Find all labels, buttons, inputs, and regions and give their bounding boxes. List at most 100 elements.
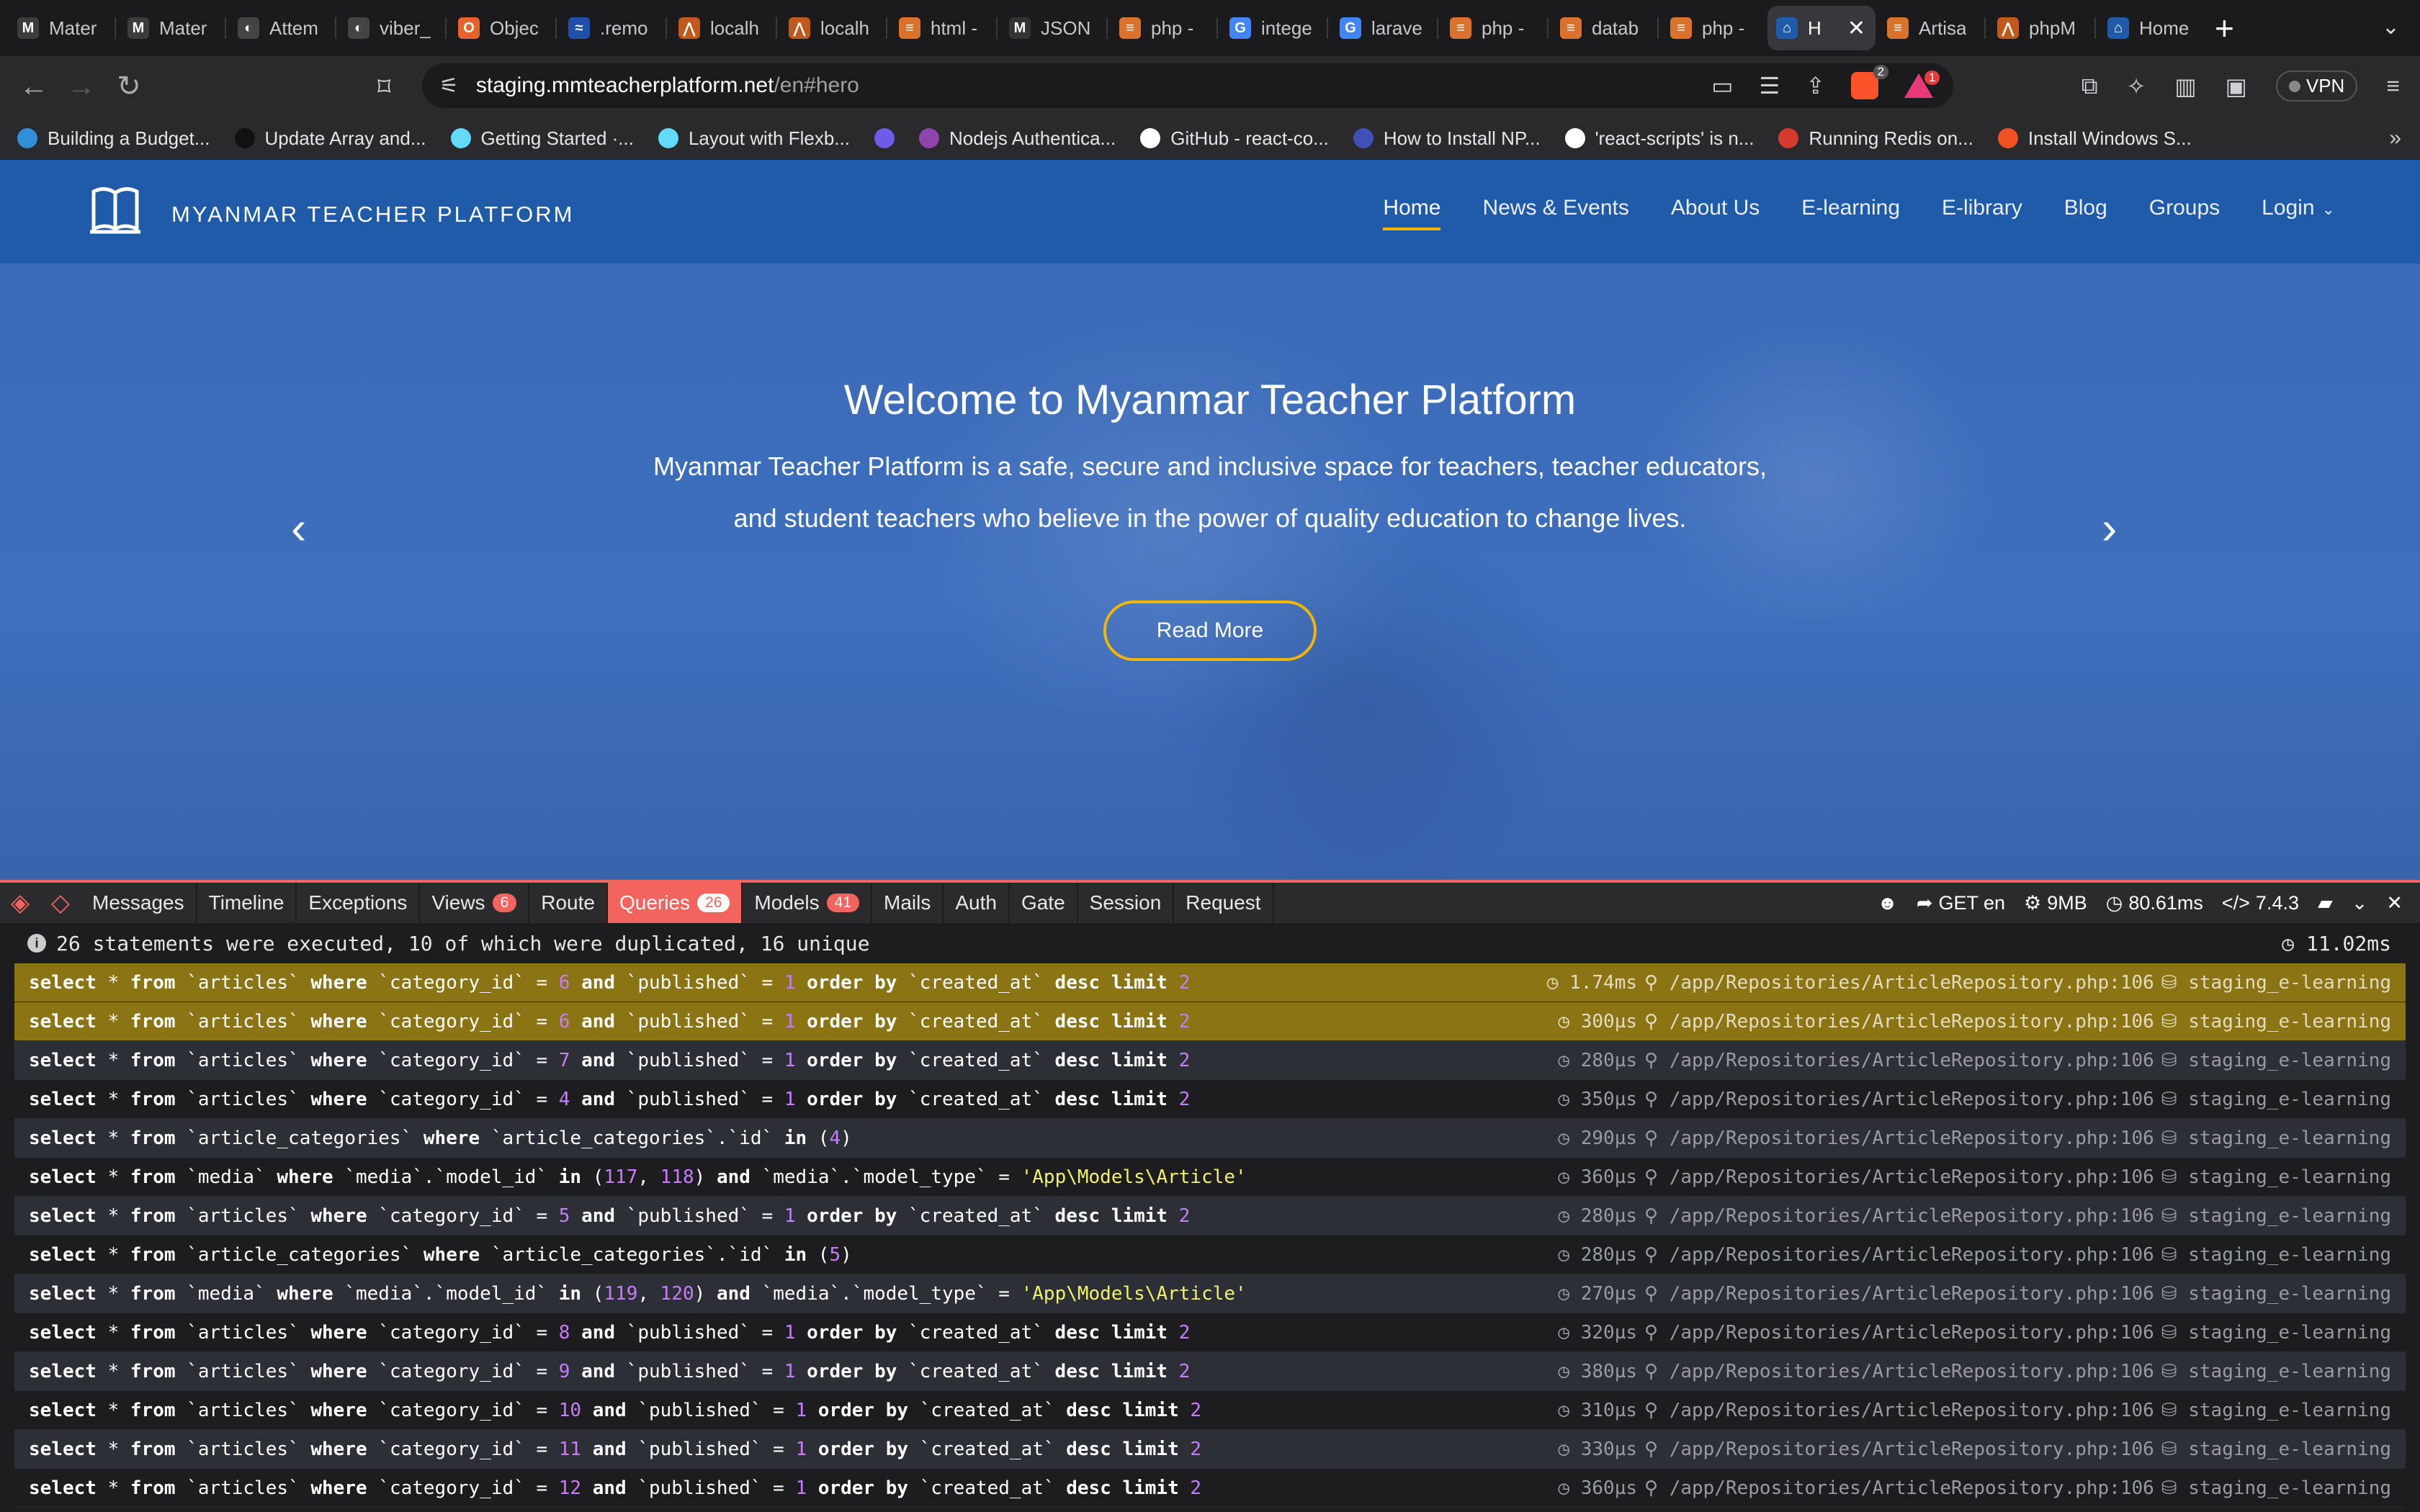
query-file[interactable]: ⚲ /app/Repositories/ArticleRepository.ph…	[1644, 1439, 2154, 1460]
query-row[interactable]: select * from `articles` where `category…	[14, 1430, 2406, 1469]
brave-rewards-icon[interactable]: 1	[1904, 71, 1940, 98]
nav-link-login[interactable]: Login ⌄	[2262, 196, 2335, 220]
close-debugbar-icon[interactable]: ✕	[2386, 892, 2403, 914]
bookmark-item[interactable]: Nodejs Authentica...	[918, 127, 1116, 150]
browser-tab[interactable]: ≡ php -	[1111, 6, 1214, 50]
query-file[interactable]: ⚲ /app/Repositories/ArticleRepository.ph…	[1644, 1477, 2154, 1499]
carousel-prev-icon[interactable]: ‹	[291, 501, 306, 554]
bookmark-item[interactable]: Update Array and...	[234, 127, 426, 150]
book-logo-icon[interactable]	[88, 181, 143, 240]
query-file[interactable]: ⚲ /app/Repositories/ArticleRepository.ph…	[1644, 1244, 2154, 1266]
bookmark-item[interactable]: Layout with Flexb...	[658, 127, 850, 150]
debugbar-tab-queries[interactable]: Queries 26	[607, 883, 743, 923]
close-tab-icon[interactable]: ✕	[1847, 16, 1865, 41]
query-file[interactable]: ⚲ /app/Repositories/ArticleRepository.ph…	[1644, 1322, 2154, 1344]
request-indicator[interactable]: ➦ GET en	[1917, 892, 2005, 914]
query-file[interactable]: ⚲ /app/Repositories/ArticleRepository.ph…	[1644, 1166, 2154, 1188]
query-row[interactable]: select * from `article_categories` where…	[14, 1236, 2406, 1274]
browser-tab[interactable]: M Mater	[119, 6, 222, 50]
user-icon[interactable]: ☻	[1877, 892, 1897, 914]
browser-tab[interactable]: Gintege	[1221, 6, 1324, 50]
debugbar-logo-icon[interactable]: ◈	[0, 888, 40, 917]
extensions-icon[interactable]: ⧉	[2081, 73, 2098, 100]
reader-mode-icon[interactable]: ☰	[1760, 72, 1780, 99]
debugbar-tab-mails[interactable]: Mails	[872, 883, 944, 923]
wallet-icon[interactable]: ▣	[2226, 73, 2247, 100]
query-file[interactable]: ⚲ /app/Repositories/ArticleRepository.ph…	[1644, 1128, 2154, 1149]
bookmark-item[interactable]: How to Install NP...	[1353, 127, 1541, 150]
browser-tab[interactable]: ⌂ H ✕	[1767, 6, 1876, 50]
nav-link-blog[interactable]: Blog	[2064, 196, 2107, 220]
query-row[interactable]: select * from `articles` where `category…	[14, 1197, 2406, 1236]
bookmark-icon[interactable]: ⌑	[377, 72, 390, 102]
browser-tab[interactable]: Glarave	[1331, 6, 1434, 50]
query-row[interactable]: select * from `media` where `media`.`mod…	[14, 1274, 2406, 1313]
browser-tab[interactable]: M JSON	[1000, 6, 1103, 50]
browser-tab[interactable]: ≡ php -	[1441, 6, 1544, 50]
query-row[interactable]: select * from `articles` where `category…	[14, 1002, 2406, 1041]
browser-tab[interactable]: ◐ viber_	[339, 6, 442, 50]
bookmark-item[interactable]: Running Redis on...	[1778, 127, 1973, 150]
debugbar-tab-models[interactable]: Models 41	[743, 883, 872, 923]
query-row[interactable]: select * from `article_categories` where…	[14, 1119, 2406, 1158]
query-row[interactable]: select * from `articles` where `category…	[14, 1313, 2406, 1352]
query-row[interactable]: select * from `articles` where `category…	[14, 1352, 2406, 1391]
query-file[interactable]: ⚲ /app/Repositories/ArticleRepository.ph…	[1644, 1361, 2154, 1382]
url-text[interactable]: staging.mmteacherplatform.net/en#hero	[476, 73, 859, 98]
nav-link-e-library[interactable]: E-library	[1942, 196, 2022, 220]
menu-icon[interactable]: ≡	[2386, 73, 2400, 99]
debugbar-restore-icon[interactable]: ◇	[40, 888, 81, 917]
address-bar[interactable]: ⚟ staging.mmteacherplatform.net/en#hero …	[422, 63, 1953, 108]
forward-button[interactable]: →	[58, 71, 105, 103]
sidebar-icon[interactable]: ▥	[2174, 73, 2196, 100]
query-file[interactable]: ⚲ /app/Repositories/ArticleRepository.ph…	[1644, 1089, 2154, 1110]
debugbar-tab-session[interactable]: Session	[1078, 883, 1175, 923]
debugbar-tab-timeline[interactable]: Timeline	[197, 883, 297, 923]
browser-tab[interactable]: O Objec	[449, 6, 552, 50]
debugbar-tab-views[interactable]: Views 6	[420, 883, 530, 923]
cast-icon[interactable]: ▭	[1711, 72, 1733, 99]
debugbar-tab-messages[interactable]: Messages	[81, 883, 197, 923]
query-file[interactable]: ⚲ /app/Repositories/ArticleRepository.ph…	[1644, 972, 2154, 994]
query-row[interactable]: select * from `articles` where `category…	[14, 963, 2406, 1002]
leo-icon[interactable]: ✧	[2127, 73, 2146, 100]
browser-tab[interactable]: ⋀ localh	[670, 6, 773, 50]
back-button[interactable]: ←	[10, 71, 58, 103]
browser-tab[interactable]: ≡ html -	[890, 6, 993, 50]
bookmark-item[interactable]	[874, 128, 895, 148]
browser-tab[interactable]: ⋀ phpM	[1989, 6, 2092, 50]
browser-tab[interactable]: M Mater	[9, 6, 112, 50]
debugbar-tab-request[interactable]: Request	[1174, 883, 1274, 923]
share-icon[interactable]: ⇪	[1806, 72, 1825, 99]
query-row[interactable]: select * from `articles` where `category…	[14, 1391, 2406, 1430]
reload-button[interactable]: ↻	[105, 70, 153, 103]
browser-tab[interactable]: ⌂ Home	[2099, 6, 2202, 50]
brand-name[interactable]: MYANMAR TEACHER PLATFORM	[171, 202, 574, 228]
bookmark-item[interactable]: Getting Started ·...	[450, 127, 634, 150]
open-folder-icon[interactable]: ▰	[2318, 892, 2333, 914]
query-file[interactable]: ⚲ /app/Repositories/ArticleRepository.ph…	[1644, 1400, 2154, 1421]
debugbar-tab-route[interactable]: Route	[529, 883, 608, 923]
more-bookmarks-icon[interactable]: »	[2389, 126, 2401, 150]
browser-tab[interactable]: ≈ .remo	[560, 6, 663, 50]
browser-tab[interactable]: ≡ php -	[1662, 6, 1765, 50]
bookmark-item[interactable]: Install Windows S...	[1997, 127, 2192, 150]
debugbar-tab-gate[interactable]: Gate	[1010, 883, 1078, 923]
browser-tab[interactable]: ⋀ localh	[780, 6, 883, 50]
browser-tab[interactable]: ≡ datab	[1551, 6, 1654, 50]
tab-list-chevron-icon[interactable]: ⌄	[2382, 14, 2400, 40]
nav-link-e-learning[interactable]: E-learning	[1801, 196, 1900, 220]
nav-link-home[interactable]: Home	[1383, 196, 1441, 230]
bookmark-item[interactable]: Building a Budget...	[17, 127, 210, 150]
nav-link-news-events[interactable]: News & Events	[1482, 196, 1628, 220]
browser-tab[interactable]: ◐ Attem	[229, 6, 332, 50]
debugbar-tab-exceptions[interactable]: Exceptions	[297, 883, 421, 923]
query-row[interactable]: select * from `articles` where `category…	[14, 1041, 2406, 1080]
nav-link-groups[interactable]: Groups	[2149, 196, 2220, 220]
new-tab-button[interactable]: +	[2215, 9, 2234, 48]
bookmark-item[interactable]: GitHub - react-co...	[1140, 127, 1329, 150]
nav-link-about-us[interactable]: About Us	[1671, 196, 1760, 220]
bookmark-item[interactable]: 'react-scripts' is n...	[1564, 127, 1754, 150]
query-file[interactable]: ⚲ /app/Repositories/ArticleRepository.ph…	[1644, 1050, 2154, 1071]
query-file[interactable]: ⚲ /app/Repositories/ArticleRepository.ph…	[1644, 1011, 2154, 1032]
